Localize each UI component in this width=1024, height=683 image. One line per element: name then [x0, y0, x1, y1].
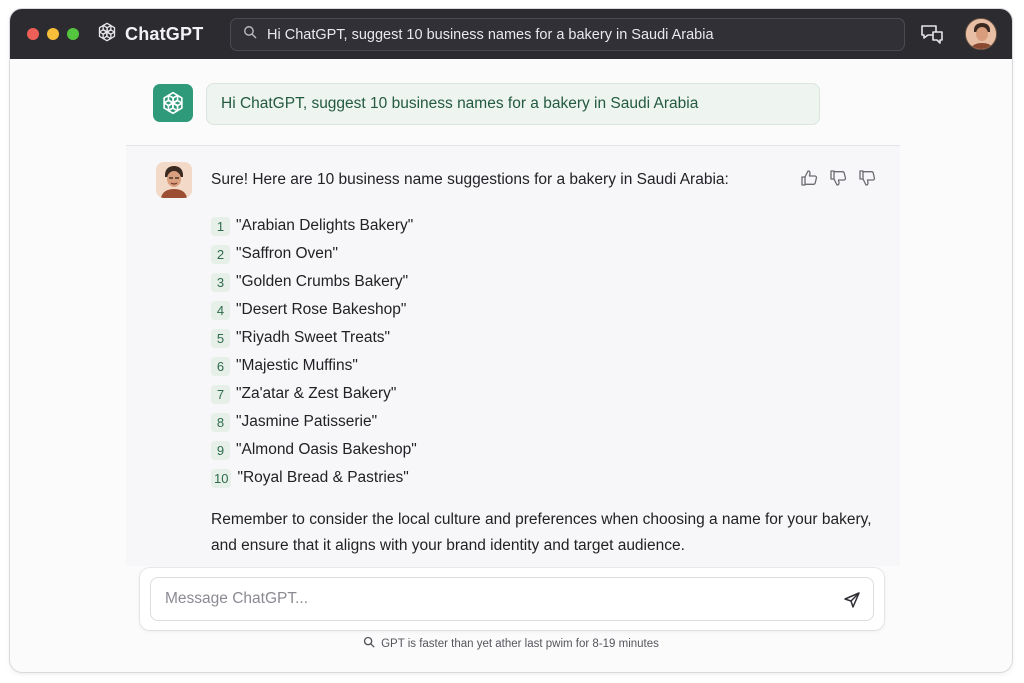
- list-item: 9 "Almond Oasis Bakeshop": [211, 436, 417, 464]
- list-item-text: "Za'atar & Zest Bakery": [236, 385, 397, 402]
- list-item: 7 "Za'atar & Zest Bakery": [211, 380, 417, 408]
- maximize-window-button[interactable]: [67, 28, 79, 40]
- message-composer: [140, 568, 884, 630]
- list-item: 6 "Majestic Muffins": [211, 352, 417, 380]
- list-item: 4 "Desert Rose Bakeshop": [211, 296, 417, 324]
- list-item-text: "Desert Rose Bakeshop": [236, 301, 407, 318]
- list-item-text: "Jasmine Patisserie": [236, 413, 378, 430]
- user-avatar[interactable]: [965, 18, 997, 50]
- list-number: 1: [211, 216, 230, 236]
- list-number: 10: [211, 468, 232, 488]
- list-number: 9: [211, 440, 230, 460]
- list-item-text: "Saffron Oven": [236, 245, 339, 262]
- message-input[interactable]: [165, 590, 805, 608]
- user-prompt-text: Hi ChatGPT, suggest 10 business names fo…: [206, 83, 820, 125]
- thumbs-down-icon[interactable]: [858, 169, 876, 187]
- list-item: 8 "Jasmine Patisserie": [211, 408, 417, 436]
- thumbs-down-icon[interactable]: [829, 169, 847, 187]
- list-number: 4: [211, 300, 230, 320]
- feedback-buttons: [800, 169, 876, 187]
- send-icon[interactable]: [843, 591, 861, 609]
- app-name: ChatGPT: [125, 24, 204, 44]
- minimize-window-button[interactable]: [47, 28, 59, 40]
- list-number: 6: [211, 356, 230, 376]
- assistant-avatar: [156, 162, 192, 198]
- openai-logo-icon: [96, 21, 118, 48]
- list-item: 3 "Golden Crumbs Bakery": [211, 268, 417, 296]
- title-bar: ChatGPT Hi ChatGPT, suggest 10 business …: [10, 9, 1012, 59]
- list-item: 2 "Saffron Oven": [211, 240, 417, 268]
- list-number: 5: [211, 328, 230, 348]
- message-input-wrapper: [150, 577, 874, 621]
- search-icon: [243, 25, 257, 44]
- list-number: 8: [211, 412, 230, 432]
- window-controls: [27, 28, 79, 40]
- list-item-text: "Almond Oasis Bakeshop": [236, 441, 417, 458]
- list-item-text: "Golden Crumbs Bakery": [236, 273, 409, 290]
- search-bar[interactable]: Hi ChatGPT, suggest 10 business names fo…: [230, 18, 905, 51]
- response-intro: Sure! Here are 10 business name suggesti…: [211, 171, 729, 188]
- list-item: 10 "Royal Bread & Pastries": [211, 464, 417, 492]
- list-item-text: "Arabian Delights Bakery": [236, 217, 414, 234]
- list-number: 2: [211, 244, 230, 264]
- list-number: 7: [211, 384, 230, 404]
- app-window: ChatGPT Hi ChatGPT, suggest 10 business …: [10, 9, 1012, 672]
- openai-logo-icon: [153, 84, 193, 122]
- search-query: Hi ChatGPT, suggest 10 business names fo…: [267, 26, 714, 43]
- thumbs-up-icon[interactable]: [800, 169, 818, 187]
- footer-note: GPT is faster than yet ather last pwim f…: [10, 636, 1012, 651]
- list-number: 3: [211, 272, 230, 292]
- list-item: 5 "Riyadh Sweet Treats": [211, 324, 417, 352]
- close-window-button[interactable]: [27, 28, 39, 40]
- list-item: 1 "Arabian Delights Bakery": [211, 212, 417, 240]
- chat-bubbles-icon[interactable]: [920, 23, 944, 50]
- suggestion-list: 1 "Arabian Delights Bakery" 2 "Saffron Ove…: [211, 212, 417, 492]
- search-icon: [363, 636, 375, 651]
- list-item-text: "Royal Bread & Pastries": [237, 469, 409, 486]
- response-closing: Remember to consider the local culture a…: [211, 511, 872, 554]
- footer-note-text: GPT is faster than yet ather last pwim f…: [381, 637, 659, 650]
- brand[interactable]: ChatGPT: [96, 21, 203, 48]
- list-item-text: "Riyadh Sweet Treats": [236, 329, 391, 346]
- list-item-text: "Majestic Muffins": [236, 357, 358, 374]
